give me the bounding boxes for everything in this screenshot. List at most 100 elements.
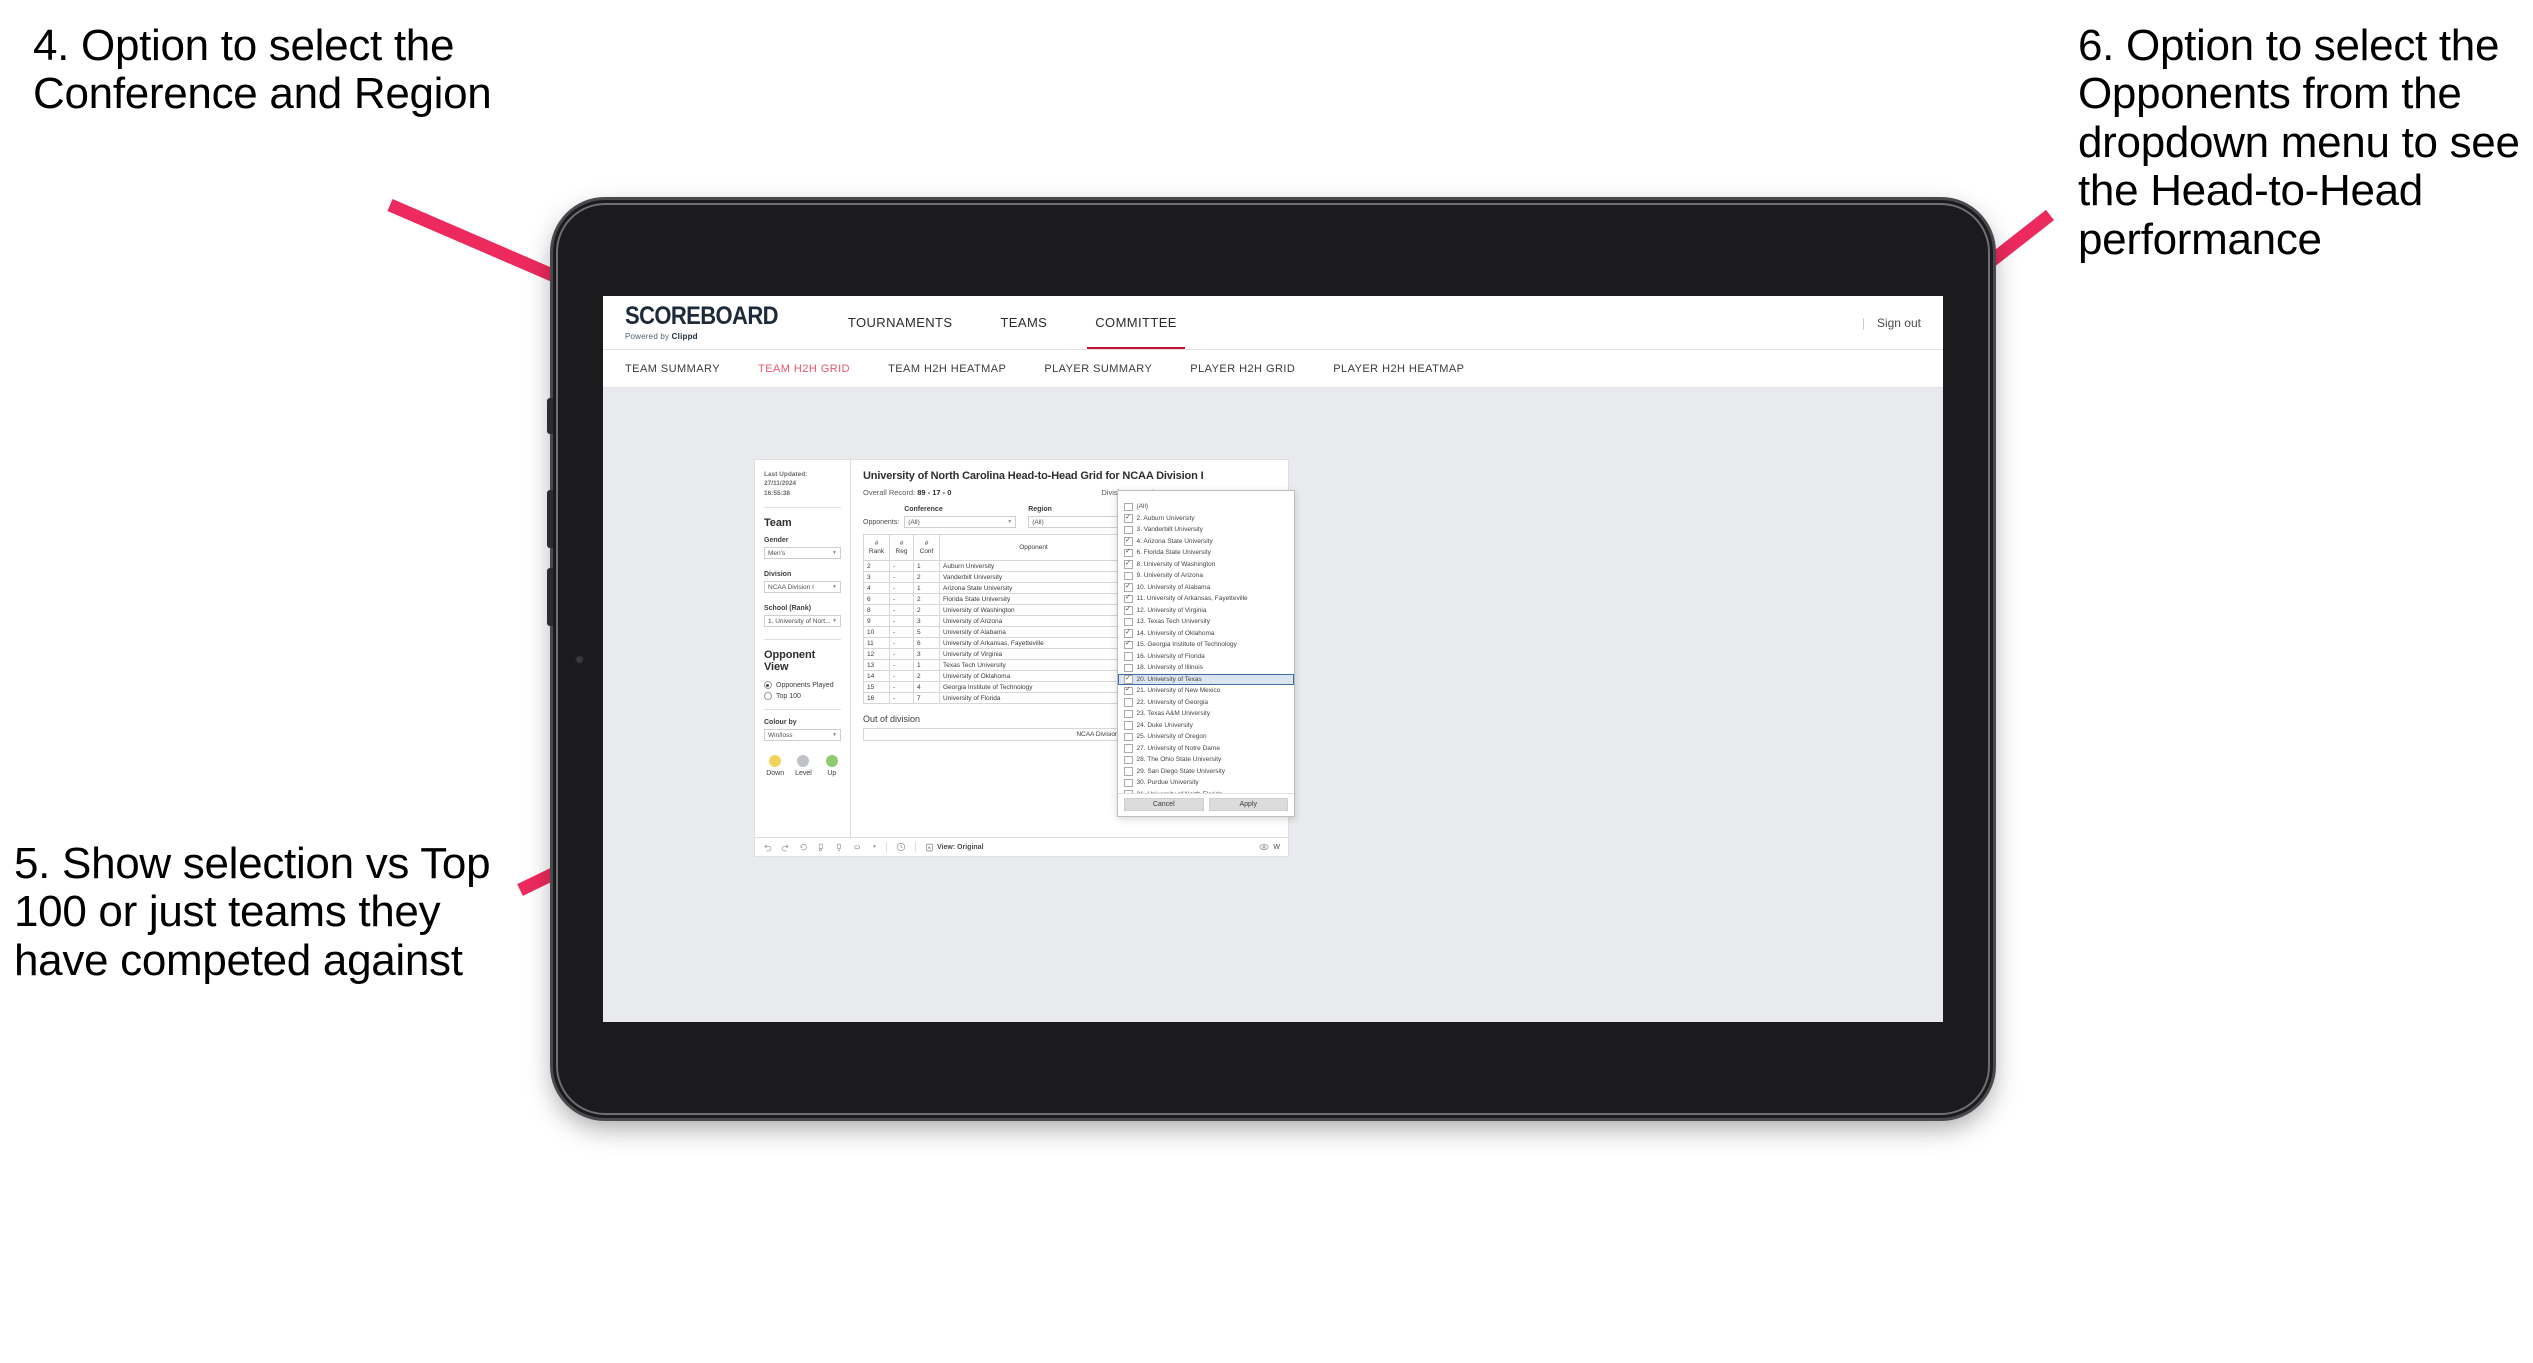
checkbox-icon[interactable] (1124, 709, 1133, 718)
cell-conf: 6 (913, 637, 940, 649)
subnav-item-player-summary[interactable]: PLAYER SUMMARY (1044, 363, 1152, 375)
opponent-dropdown-item[interactable]: 24. Duke University (1118, 720, 1294, 732)
checkbox-checked-icon[interactable] (1124, 559, 1133, 569)
opponent-dropdown-item[interactable]: 2. Auburn University (1118, 513, 1294, 525)
opponent-dropdown-item[interactable]: 23. Texas A&M University (1118, 708, 1294, 720)
subnav-item-team-h2h-grid[interactable]: TEAM H2H GRID (758, 363, 850, 375)
tablet-screen: SCOREBOARD Powered by Clippd TOURNAMENTS… (603, 296, 1943, 1022)
opponent-dropdown-item-label: 13. Texas Tech University (1136, 618, 1210, 626)
checkbox-icon[interactable] (1124, 790, 1133, 793)
opponent-dropdown-item[interactable]: 11. University of Arkansas, Fayetteville (1118, 593, 1294, 605)
colour-by-select[interactable]: Win/loss ▼ (764, 729, 841, 742)
checkbox-checked-icon[interactable] (1124, 582, 1133, 592)
checkbox-checked-icon[interactable] (1124, 536, 1133, 546)
opponent-dropdown-item[interactable]: 18. University of Illinois (1118, 662, 1294, 674)
cell-reg: - (889, 571, 914, 583)
radio-opponents-played[interactable]: Opponents Played (764, 681, 841, 690)
eye-icon[interactable] (1259, 843, 1269, 851)
col-header-rank[interactable]: # Rank (863, 534, 890, 561)
checkbox-icon[interactable] (1124, 525, 1133, 534)
division-select[interactable]: NCAA Division I ▼ (764, 581, 841, 594)
chevron-down-icon[interactable]: ▼ (872, 844, 877, 850)
redo-icon[interactable] (781, 843, 790, 852)
opponent-dropdown-item[interactable]: 25. University of Oregon (1118, 731, 1294, 743)
nav-link-tournaments[interactable]: TOURNAMENTS (824, 296, 977, 349)
signout-link[interactable]: Sign out (1877, 316, 1921, 330)
radio-top-100[interactable]: Top 100 (764, 692, 841, 701)
brand-tagline: Powered by Clippd (625, 332, 778, 341)
watch-label[interactable]: W (1273, 844, 1280, 851)
opponent-dropdown-item[interactable]: 12. University of Virginia (1118, 605, 1294, 617)
undo-icon[interactable] (763, 843, 772, 852)
device-button-volume-up[interactable] (547, 490, 553, 548)
viz-title: University of North Carolina Head-to-Hea… (863, 470, 1204, 482)
brand-logo[interactable]: SCOREBOARD Powered by Clippd (625, 302, 779, 341)
checkbox-checked-icon[interactable] (1124, 628, 1133, 638)
subnav-item-team-summary[interactable]: TEAM SUMMARY (625, 363, 720, 375)
checkbox-checked-icon[interactable] (1124, 674, 1133, 684)
checkbox-checked-icon[interactable] (1124, 639, 1133, 649)
opponent-dropdown-item[interactable]: 4. Arizona State University (1118, 536, 1294, 548)
cell-rank: 12 (863, 648, 890, 660)
nav-link-teams[interactable]: TEAMS (976, 296, 1071, 349)
checkbox-checked-icon[interactable] (1124, 593, 1133, 603)
checkbox-checked-icon[interactable] (1124, 513, 1133, 523)
opponent-dropdown-item[interactable]: 10. University of Alabama (1118, 582, 1294, 594)
checkbox-checked-icon[interactable] (1124, 605, 1133, 615)
opponent-dropdown-item[interactable]: 21. University of New Mexico (1118, 685, 1294, 697)
device-button-volume-down[interactable] (547, 568, 553, 626)
checkbox-icon[interactable] (1124, 617, 1133, 626)
checkbox-icon[interactable] (1124, 502, 1133, 511)
opponent-dropdown-item[interactable]: 28. The Ohio State University (1118, 754, 1294, 766)
col-header-opponent[interactable]: Opponent (939, 534, 1128, 561)
device-button-power[interactable] (547, 398, 553, 434)
opponent-dropdown-item-label: 18. University of Illinois (1136, 664, 1203, 672)
checkbox-icon[interactable] (1124, 744, 1133, 753)
subnav-item-player-h2h-grid[interactable]: PLAYER H2H GRID (1190, 363, 1295, 375)
subnav-item-team-h2h-heatmap[interactable]: TEAM H2H HEATMAP (888, 363, 1006, 375)
checkbox-icon[interactable] (1124, 698, 1133, 707)
opponent-dropdown-item[interactable]: 8. University of Washington (1118, 559, 1294, 571)
opponent-dropdown-item[interactable]: 6. Florida State University (1118, 547, 1294, 559)
checkbox-icon[interactable] (1124, 767, 1133, 776)
view-original-button[interactable]: View: Original (925, 843, 984, 852)
opponent-dropdown-item[interactable]: 13. Texas Tech University (1118, 616, 1294, 628)
opponent-view-heading: Opponent View (764, 649, 816, 674)
refresh-icon[interactable] (817, 843, 826, 852)
checkbox-checked-icon[interactable] (1124, 547, 1133, 557)
opponent-dropdown-item[interactable]: 29. San Diego State University (1118, 766, 1294, 778)
opponent-dropdown-item[interactable]: 16. University of Florida (1118, 651, 1294, 663)
opponent-dropdown-item[interactable]: 30. Purdue University (1118, 777, 1294, 789)
opponent-dropdown-item[interactable]: 27. University of Notre Dame (1118, 743, 1294, 755)
gender-select[interactable]: Men's ▼ (764, 547, 841, 560)
col-header-reg[interactable]: # Reg (889, 534, 914, 561)
checkbox-icon[interactable] (1124, 721, 1133, 730)
revert-icon[interactable] (799, 843, 808, 852)
nav-link-committee[interactable]: COMMITTEE (1071, 296, 1201, 349)
opponent-dropdown-item[interactable]: 22. University of Georgia (1118, 697, 1294, 709)
share-icon[interactable] (853, 843, 863, 852)
opponent-dropdown-item[interactable]: 14. University of Oklahoma (1118, 628, 1294, 640)
gender-field: Gender Men's ▼ (764, 537, 841, 560)
pause-icon[interactable] (835, 843, 844, 852)
conference-select[interactable]: (All) ▼ (904, 516, 1017, 528)
checkbox-icon[interactable] (1124, 732, 1133, 741)
checkbox-icon[interactable] (1124, 778, 1133, 787)
checkbox-icon[interactable] (1124, 571, 1133, 580)
opponent-dropdown-item[interactable]: 3. Vanderbilt University (1118, 524, 1294, 536)
opponent-dropdown-item[interactable]: 20. University of Texas (1118, 673, 1294, 685)
alerts-icon[interactable] (896, 842, 906, 852)
cancel-button[interactable]: Cancel (1124, 798, 1204, 811)
checkbox-icon[interactable] (1124, 663, 1133, 672)
checkbox-icon[interactable] (1124, 652, 1133, 661)
school-select[interactable]: 1. University of Nort... ▼ (764, 615, 841, 628)
school-label: School (Rank) (764, 605, 812, 613)
checkbox-checked-icon[interactable] (1124, 685, 1133, 695)
subnav-item-player-h2h-heatmap[interactable]: PLAYER H2H HEATMAP (1333, 363, 1464, 375)
opponent-dropdown-item[interactable]: (All) (1118, 501, 1294, 513)
checkbox-icon[interactable] (1124, 755, 1133, 764)
col-header-conf[interactable]: # Conf (913, 534, 940, 561)
opponent-dropdown-item[interactable]: 15. Georgia Institute of Technology (1118, 639, 1294, 651)
opponent-dropdown-item[interactable]: 9. University of Arizona (1118, 570, 1294, 582)
apply-button[interactable]: Apply (1208, 798, 1288, 811)
